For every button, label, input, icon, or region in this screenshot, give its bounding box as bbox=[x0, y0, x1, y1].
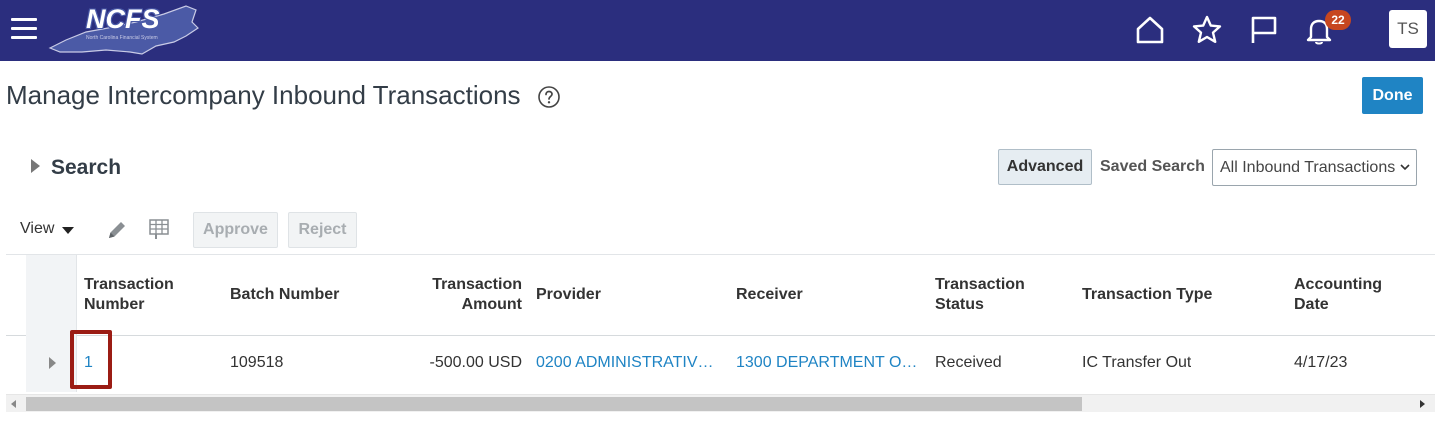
col-header-line: Amount bbox=[461, 296, 522, 313]
caret-down-icon[interactable] bbox=[62, 227, 74, 234]
table-row[interactable]: 1 109518 -500.00 USD 0200 ADMINISTRATIV…… bbox=[6, 336, 1435, 392]
view-menu[interactable]: View bbox=[20, 220, 54, 238]
logo-text: NCFS bbox=[86, 4, 160, 34]
menu-icon[interactable] bbox=[11, 18, 37, 40]
highlight-box bbox=[70, 330, 112, 389]
transaction-amount-cell: -500.00 USD bbox=[429, 354, 523, 371]
edit-pencil-icon[interactable] bbox=[105, 218, 129, 242]
col-header-transaction-amount[interactable]: Transaction Amount bbox=[406, 275, 522, 315]
col-header-transaction-status[interactable]: Transaction Status bbox=[935, 275, 1025, 315]
expand-row-icon[interactable] bbox=[49, 357, 56, 369]
accounting-date-cell: 4/17/23 bbox=[1294, 354, 1348, 371]
receiver-link[interactable]: 1300 DEPARTMENT O… bbox=[736, 354, 921, 372]
reject-button[interactable]: Reject bbox=[288, 212, 357, 248]
home-icon[interactable] bbox=[1134, 14, 1166, 46]
saved-search-label: Saved Search bbox=[1100, 158, 1205, 175]
user-avatar[interactable]: TS bbox=[1389, 10, 1427, 48]
advanced-search-button[interactable]: Advanced bbox=[998, 149, 1092, 185]
col-header-accounting-date[interactable]: Accounting Date bbox=[1294, 275, 1382, 315]
col-header-line: Transaction bbox=[84, 276, 174, 293]
provider-link[interactable]: 0200 ADMINISTRATIV… bbox=[536, 354, 716, 372]
col-header-line: Number bbox=[84, 296, 145, 313]
table-header: Transaction Number Batch Number Transact… bbox=[6, 254, 1435, 336]
notification-badge: 22 bbox=[1325, 10, 1351, 30]
freeze-columns-icon[interactable] bbox=[147, 217, 171, 241]
col-header-transaction-number[interactable]: Transaction Number bbox=[84, 275, 174, 315]
col-header-transaction-type[interactable]: Transaction Type bbox=[1082, 285, 1212, 305]
col-header-batch-number[interactable]: Batch Number bbox=[230, 285, 339, 305]
page-title: Manage Intercompany Inbound Transactions bbox=[6, 80, 521, 110]
transaction-status-cell: Received bbox=[935, 354, 1002, 371]
transaction-type-cell: IC Transfer Out bbox=[1082, 354, 1192, 371]
star-icon[interactable] bbox=[1191, 14, 1223, 46]
help-icon[interactable] bbox=[537, 85, 561, 109]
chevron-down-icon bbox=[1400, 164, 1410, 171]
approve-button[interactable]: Approve bbox=[193, 212, 278, 248]
flag-icon[interactable] bbox=[1248, 14, 1280, 46]
logo-subtext: North Carolina Financial System bbox=[86, 35, 158, 41]
col-header-line: Transaction bbox=[935, 276, 1025, 293]
row-selector-header bbox=[26, 255, 77, 336]
search-section-title[interactable]: Search bbox=[51, 156, 121, 180]
col-header-line: Status bbox=[935, 296, 984, 313]
col-header-line: Accounting bbox=[1294, 276, 1382, 293]
col-header-line: Date bbox=[1294, 296, 1329, 313]
scrollbar-thumb[interactable] bbox=[26, 397, 1082, 411]
done-button[interactable]: Done bbox=[1362, 77, 1423, 114]
scroll-left-arrow-icon[interactable] bbox=[11, 400, 16, 408]
horizontal-scrollbar[interactable] bbox=[6, 394, 1435, 412]
global-header: NCFS North Carolina Financial System 22 … bbox=[0, 0, 1435, 61]
transactions-table: Transaction Number Batch Number Transact… bbox=[6, 254, 1435, 414]
batch-number-cell: 109518 bbox=[230, 354, 284, 371]
search-disclosure-icon[interactable] bbox=[31, 159, 40, 173]
ncfs-logo[interactable]: NCFS North Carolina Financial System bbox=[46, 2, 206, 58]
col-header-line: Transaction bbox=[432, 276, 522, 293]
saved-search-value: All Inbound Transactions bbox=[1220, 159, 1396, 176]
col-header-receiver[interactable]: Receiver bbox=[736, 285, 803, 305]
scroll-right-arrow-icon[interactable] bbox=[1420, 400, 1425, 408]
saved-search-select[interactable]: All Inbound Transactions bbox=[1212, 149, 1417, 186]
col-header-provider[interactable]: Provider bbox=[536, 285, 601, 305]
